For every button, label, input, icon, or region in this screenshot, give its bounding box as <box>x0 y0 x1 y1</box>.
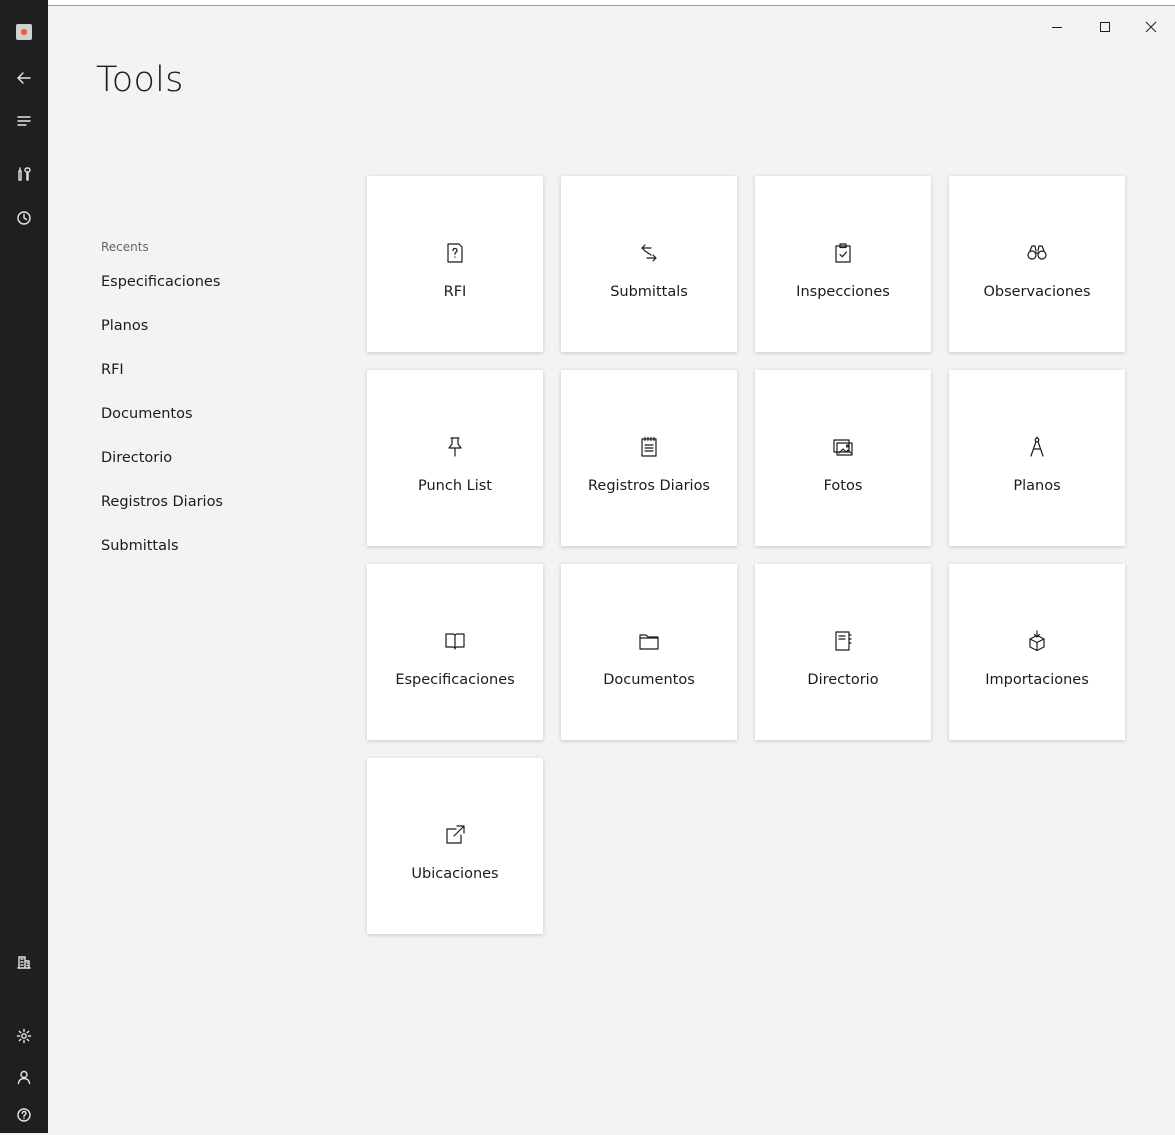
tool-label: Planos <box>1013 478 1061 494</box>
tool-tile-ubicaciones[interactable]: Ubicaciones <box>367 758 543 934</box>
minimize-icon <box>1052 27 1062 28</box>
tool-tile-documentos[interactable]: Documentos <box>561 564 737 740</box>
recents-heading: Recents <box>101 240 149 254</box>
tool-tile-registros-diarios[interactable]: Registros Diarios <box>561 370 737 546</box>
submittals-exchange-icon <box>637 240 661 266</box>
photos-icon <box>831 434 855 460</box>
recent-item-submittals[interactable]: Submittals <box>101 536 331 580</box>
close-icon <box>1145 21 1157 33</box>
recent-item-documentos[interactable]: Documentos <box>101 404 331 448</box>
drafting-compass-icon <box>1025 434 1049 460</box>
menu-icon[interactable] <box>0 101 48 141</box>
tool-tile-importaciones[interactable]: Importaciones <box>949 564 1125 740</box>
tools-grid: RFI Submittals Inspecciones Observacione… <box>367 176 1125 934</box>
notepad-icon <box>637 434 661 460</box>
help-icon[interactable] <box>0 1095 48 1135</box>
recent-item-registros-diarios[interactable]: Registros Diarios <box>101 492 331 536</box>
back-arrow-icon[interactable] <box>0 58 48 98</box>
tool-label: Observaciones <box>983 284 1091 300</box>
tool-label: RFI <box>443 284 467 300</box>
user-icon[interactable] <box>0 1057 48 1097</box>
clipboard-check-icon <box>831 240 855 266</box>
tool-tile-inspecciones[interactable]: Inspecciones <box>755 176 931 352</box>
tool-label: Especificaciones <box>395 672 515 688</box>
external-link-icon <box>443 822 467 848</box>
recent-clock-icon[interactable] <box>0 198 48 238</box>
tool-tile-observaciones[interactable]: Observaciones <box>949 176 1125 352</box>
tool-label: Importaciones <box>985 672 1089 688</box>
minimize-button[interactable] <box>1034 12 1080 42</box>
rfi-question-document-icon <box>443 240 467 266</box>
address-book-icon <box>831 628 855 654</box>
tool-label: Ubicaciones <box>411 866 499 882</box>
recent-item-directorio[interactable]: Directorio <box>101 448 331 492</box>
folder-icon <box>637 628 661 654</box>
binoculars-icon <box>1025 240 1049 266</box>
recents-list: Recents Especificaciones Planos RFI Docu… <box>101 240 331 580</box>
tool-tile-submittals[interactable]: Submittals <box>561 176 737 352</box>
tool-label: Registros Diarios <box>588 478 710 494</box>
page-title: Tools <box>96 60 184 100</box>
window-top-border <box>0 0 1175 6</box>
tool-tile-directorio[interactable]: Directorio <box>755 564 931 740</box>
tools-icon[interactable] <box>0 154 48 194</box>
maximize-button[interactable] <box>1082 12 1128 42</box>
building-icon[interactable] <box>0 942 48 982</box>
maximize-icon <box>1100 22 1110 32</box>
tool-tile-punch-list[interactable]: Punch List <box>367 370 543 546</box>
import-box-icon <box>1025 628 1049 654</box>
tool-label: Fotos <box>823 478 863 494</box>
navigation-rail <box>0 0 48 1133</box>
recent-item-rfi[interactable]: RFI <box>101 360 331 404</box>
tool-label: Directorio <box>807 672 879 688</box>
open-book-icon <box>443 628 467 654</box>
recent-item-planos[interactable]: Planos <box>101 316 331 360</box>
pushpin-icon <box>443 434 467 460</box>
tool-label: Submittals <box>610 284 688 300</box>
app-logo-icon[interactable] <box>0 12 48 52</box>
tool-label: Documentos <box>603 672 695 688</box>
settings-gear-icon[interactable] <box>0 1016 48 1056</box>
tool-tile-rfi[interactable]: RFI <box>367 176 543 352</box>
tool-label: Punch List <box>418 478 492 494</box>
tool-tile-fotos[interactable]: Fotos <box>755 370 931 546</box>
tool-tile-especificaciones[interactable]: Especificaciones <box>367 564 543 740</box>
close-button[interactable] <box>1128 12 1174 42</box>
recent-item-especificaciones[interactable]: Especificaciones <box>101 272 331 316</box>
tool-tile-planos[interactable]: Planos <box>949 370 1125 546</box>
tool-label: Inspecciones <box>796 284 890 300</box>
